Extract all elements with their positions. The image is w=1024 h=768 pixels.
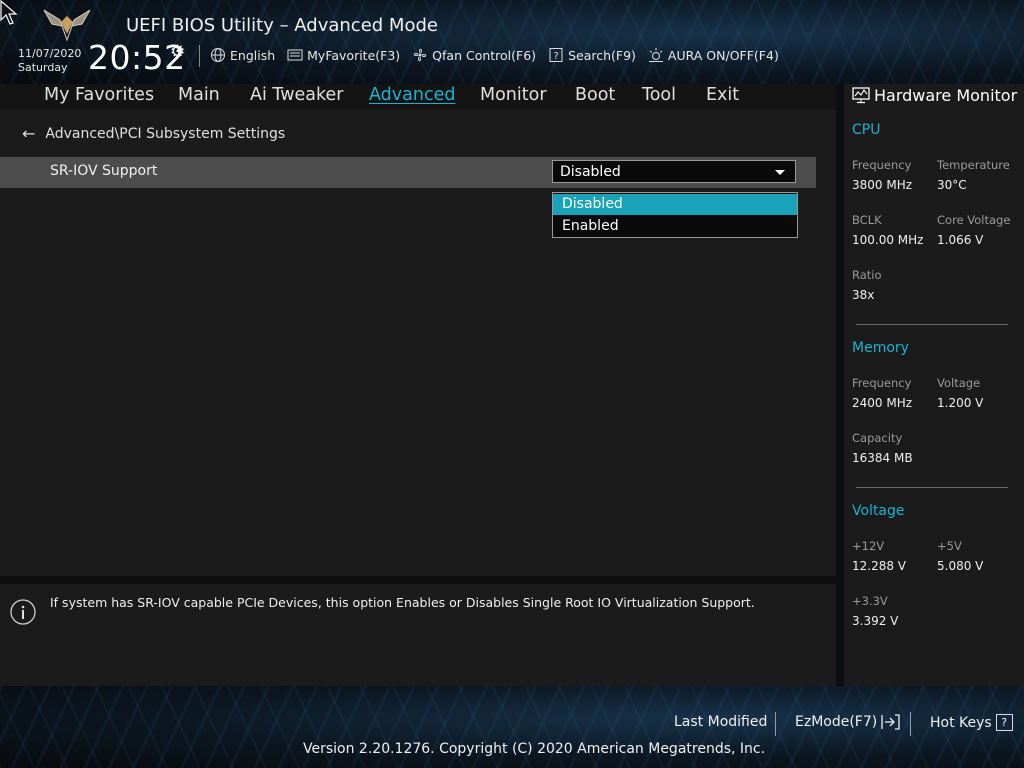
sr-iov-select[interactable]: Disabled <box>552 160 796 183</box>
v5-label: +5V <box>937 539 962 553</box>
ratio-value: 38x <box>852 288 875 302</box>
breadcrumb: ← Advanced\PCI Subsystem Settings <box>22 124 285 143</box>
breadcrumb-path: Advanced\PCI Subsystem Settings <box>45 125 286 142</box>
app-title: UEFI BIOS Utility – Advanced Mode <box>126 15 438 36</box>
v12-value: 12.288 V <box>852 559 907 573</box>
fan-icon <box>413 48 427 62</box>
capacity-label: Capacity <box>852 431 903 445</box>
footer-divider <box>910 712 911 736</box>
select-value: Disabled <box>560 164 621 180</box>
hw-divider <box>856 487 1008 488</box>
memory-section-title: Memory <box>852 340 909 356</box>
panel-divider <box>0 576 836 584</box>
header-divider <box>199 45 200 67</box>
hardware-monitor-title: Hardware Monitor <box>874 86 1018 105</box>
settings-gear-icon[interactable]: ⚙ <box>170 42 185 62</box>
myfavorite-icon <box>287 49 303 61</box>
bclk-value: 100.00 MHz <box>852 233 924 247</box>
monitor-icon <box>852 87 870 104</box>
core-voltage-value: 1.066 V <box>937 233 984 247</box>
myfavorite-button[interactable]: MyFavorite(F3) <box>287 47 400 63</box>
ratio-label: Ratio <box>852 268 882 282</box>
myfavorite-label: MyFavorite(F3) <box>307 47 401 63</box>
bclk-label: BCLK <box>852 213 882 227</box>
setting-label: SR-IOV Support <box>50 163 158 179</box>
back-arrow-icon[interactable]: ← <box>22 124 35 143</box>
last-modified-button[interactable]: Last Modified <box>674 714 767 730</box>
language-button[interactable]: English <box>210 47 275 63</box>
memory-voltage-value: 1.200 V <box>937 396 984 410</box>
day-text: Saturday <box>18 61 68 74</box>
v33-label: +3.3V <box>852 594 888 608</box>
voltage-section-title: Voltage <box>852 503 905 519</box>
language-label: English <box>230 47 276 63</box>
tab-my-favorites[interactable]: My Favorites <box>44 85 154 105</box>
v5-value: 5.080 V <box>937 559 984 573</box>
last-modified-label: Last Modified <box>674 714 768 730</box>
search-button[interactable]: ? Search(F9) <box>548 47 636 63</box>
qfan-label: Qfan Control(F6) <box>432 47 537 63</box>
memory-frequency-value: 2400 MHz <box>852 396 913 410</box>
main-tabs: My Favorites Main Ai Tweaker Advanced Mo… <box>0 84 836 110</box>
cpu-temperature-value: 30°C <box>937 178 967 192</box>
info-icon <box>10 599 36 625</box>
svg-text:?: ? <box>553 51 558 62</box>
date-display: 11/07/2020 Saturday <box>18 47 81 75</box>
help-question-icon: ? <box>995 714 1013 731</box>
chevron-down-icon <box>775 170 785 175</box>
cpu-section-title: CPU <box>852 122 881 138</box>
setting-row-sr-iov[interactable]: SR-IOV Support Disabled <box>0 157 816 188</box>
sr-iov-dropdown: Disabled Enabled <box>552 192 798 238</box>
tab-advanced[interactable]: Advanced <box>369 85 455 105</box>
hot-keys-label: Hot Keys <box>930 714 992 731</box>
v12-label: +12V <box>852 539 885 553</box>
copyright-text: Version 2.20.1276. Copyright (C) 2020 Am… <box>303 741 766 757</box>
hardware-monitor-panel: Hardware Monitor CPU Frequency Temperatu… <box>844 84 1024 686</box>
aura-button[interactable]: AURA ON/OFF(F4) <box>648 47 779 63</box>
help-panel: If system has SR-IOV capable PCIe Device… <box>0 584 836 686</box>
tab-tool[interactable]: Tool <box>642 85 676 105</box>
mouse-cursor-icon <box>0 0 18 25</box>
hot-keys-button[interactable]: Hot Keys ? <box>930 714 1013 731</box>
memory-voltage-label: Voltage <box>937 376 981 390</box>
capacity-value: 16384 MB <box>852 451 913 465</box>
globe-icon <box>211 48 225 62</box>
option-disabled[interactable]: Disabled <box>553 194 797 215</box>
core-voltage-label: Core Voltage <box>937 213 1011 227</box>
cpu-frequency-value: 3800 MHz <box>852 178 913 192</box>
ezmode-button[interactable]: EzMode(F7) <box>795 714 901 730</box>
aura-label: AURA ON/OFF(F4) <box>667 47 779 63</box>
v33-value: 3.392 V <box>852 614 899 628</box>
tuf-logo-icon <box>43 9 91 42</box>
tab-main[interactable]: Main <box>178 85 220 105</box>
ezmode-label: EzMode(F7) <box>795 714 878 730</box>
tab-ai-tweaker[interactable]: Ai Tweaker <box>250 85 343 105</box>
qfan-control-button[interactable]: Qfan Control(F6) <box>412 47 536 63</box>
exit-arrow-icon <box>881 714 900 730</box>
settings-panel: ← Advanced\PCI Subsystem Settings SR-IOV… <box>0 110 836 576</box>
search-icon: ? <box>549 48 563 62</box>
aura-icon <box>648 48 663 62</box>
cpu-frequency-label: Frequency <box>852 158 912 172</box>
hardware-monitor-header: Hardware Monitor <box>852 86 1017 105</box>
cpu-temperature-label: Temperature <box>937 158 1010 172</box>
hw-divider <box>856 324 1008 325</box>
help-text: If system has SR-IOV capable PCIe Device… <box>50 595 755 610</box>
footer-divider <box>775 712 776 736</box>
tab-exit[interactable]: Exit <box>706 85 739 105</box>
search-label: Search(F9) <box>568 47 636 63</box>
memory-frequency-label: Frequency <box>852 376 912 390</box>
tab-monitor[interactable]: Monitor <box>480 85 547 105</box>
date-text: 11/07/2020 <box>18 47 82 60</box>
toolbar: English MyFavorite(F3) Qfan Control(F6) … <box>210 47 779 63</box>
option-enabled[interactable]: Enabled <box>553 216 797 237</box>
tab-boot[interactable]: Boot <box>575 85 615 105</box>
